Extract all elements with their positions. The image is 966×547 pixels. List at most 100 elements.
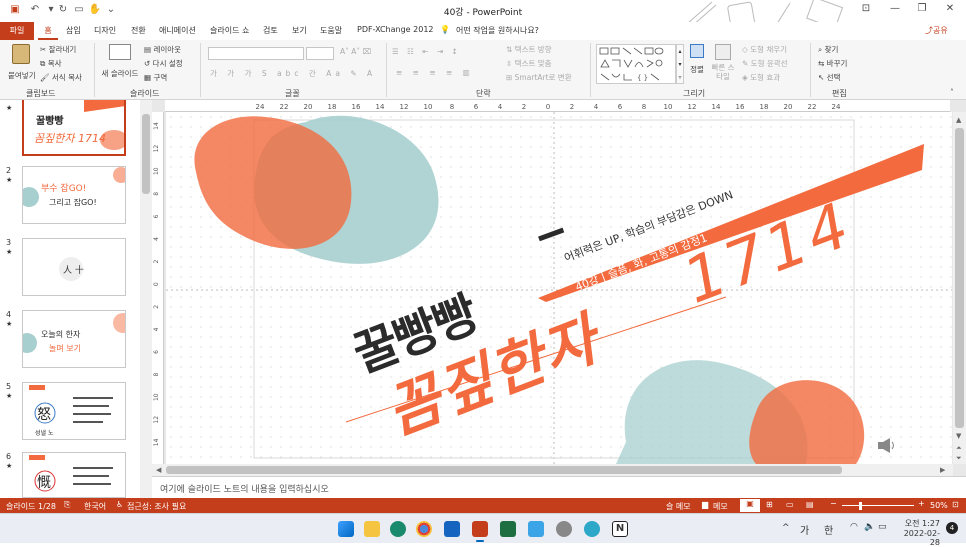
case-button[interactable]: Aa <box>326 69 344 78</box>
font-name-select[interactable] <box>208 47 304 60</box>
slideshow-button[interactable]: ▤ <box>806 500 814 509</box>
zoom-slider-thumb[interactable] <box>859 502 862 510</box>
notes-pane[interactable]: 여기에 슬라이드 노트의 내용을 입력하십시오 <box>152 476 966 498</box>
shadow-button[interactable]: S <box>262 69 271 78</box>
smartart-button[interactable]: ⊞ SmartArt로 변환 <box>506 72 572 83</box>
shape-gallery-scroll[interactable]: ▴ ▾ ▿ <box>676 44 684 84</box>
shape-fill-button[interactable]: ◇ 도형 채우기 <box>742 44 787 55</box>
ime-indicator[interactable]: 가 <box>800 522 809 537</box>
tell-me-input[interactable]: 어떤 작업을 원하시나요? <box>456 25 539 36</box>
find-button[interactable]: ⌕ 찾기 <box>818 44 838 55</box>
notepad-icon[interactable] <box>528 521 544 537</box>
scroll-down-icon[interactable]: ▼ <box>956 432 961 440</box>
accessibility-icon[interactable]: ♿ <box>116 500 123 509</box>
speaker-icon[interactable] <box>878 438 894 453</box>
zoom-level[interactable]: 50% <box>930 501 948 510</box>
tray-chevron-icon[interactable]: ^ <box>782 523 790 533</box>
copy-button[interactable]: ⧉ 복사 <box>40 58 62 69</box>
vertical-scrollbar[interactable]: ▲ ▼ ⏶ ⏷ <box>953 112 966 464</box>
tab-slideshow[interactable]: 슬라이드 쇼 <box>210 25 249 36</box>
reading-view-button[interactable]: ▭ <box>786 500 794 509</box>
tab-transitions[interactable]: 전환 <box>131 25 146 36</box>
start-icon[interactable] <box>338 521 354 537</box>
slide-thumbnail-3[interactable]: 人 十 <box>22 238 126 296</box>
volume-icon[interactable]: 🔈 <box>864 522 875 532</box>
highlight-icon[interactable]: ✎ <box>350 69 360 78</box>
section-button[interactable]: ▦ 구역 <box>144 72 167 83</box>
thumbnail-scroll-thumb[interactable] <box>142 114 150 194</box>
select-button[interactable]: ↖ 선택 <box>818 72 840 83</box>
tab-animations[interactable]: 애니메이션 <box>159 25 196 36</box>
scroll-up-icon[interactable]: ▲ <box>956 116 961 124</box>
tab-review[interactable]: 검토 <box>263 25 278 36</box>
slide-thumbnail-1[interactable]: 꿀빵빵 꼼짚한자 1714 <box>22 100 126 156</box>
tab-insert[interactable]: 삽입 <box>66 25 81 36</box>
tab-pdf-xchange[interactable]: PDF-XChange 2012 <box>357 25 434 34</box>
paste-button[interactable]: 붙여넣기 <box>8 44 36 84</box>
battery-icon[interactable]: ▭ <box>878 522 887 532</box>
shape-effects-button[interactable]: ◈ 도형 효과 <box>742 72 780 83</box>
next-slide-icon[interactable]: ⏷ <box>956 454 962 463</box>
notion-icon[interactable]: N <box>612 521 628 537</box>
prev-slide-icon[interactable]: ⏶ <box>956 444 962 453</box>
tab-design[interactable]: 디자인 <box>94 25 116 36</box>
excel-icon[interactable] <box>500 521 516 537</box>
clock-time[interactable]: 오전 1:27 <box>900 518 940 529</box>
underline-button[interactable]: 가 <box>245 69 256 78</box>
restore-button[interactable]: ❐ <box>912 3 932 19</box>
new-slide-button[interactable]: 새 슬라이드 <box>100 44 140 84</box>
spacing-button[interactable]: 간 <box>309 69 320 78</box>
ribbon-display-icon[interactable]: ⊡ <box>856 3 876 19</box>
align-buttons[interactable]: ≡ ≡ ≡ ≡ ▥ <box>396 68 474 77</box>
spellcheck-icon[interactable]: ⎘ <box>64 500 70 510</box>
italic-button[interactable]: 가 <box>227 69 238 78</box>
slide-thumbnail-2[interactable]: 부수 잡GO! 그리고 잡GO! <box>22 166 126 224</box>
share-button[interactable]: ⤴공유 <box>925 25 948 36</box>
arrange-button[interactable]: 정렬 <box>686 44 708 84</box>
accessibility-status[interactable]: 접근성: 조사 필요 <box>127 501 186 512</box>
slide-sorter-button[interactable]: ⊞ <box>766 500 773 509</box>
fit-slide-icon[interactable]: ⊡ <box>952 500 959 509</box>
powerpoint-icon[interactable] <box>472 521 488 537</box>
tab-view[interactable]: 보기 <box>292 25 307 36</box>
horizontal-scrollbar[interactable]: ◀ ▶ <box>152 464 953 476</box>
tab-home[interactable]: 홈 <box>38 22 58 40</box>
scroll-left-icon[interactable]: ◀ <box>156 466 161 474</box>
comments-toggle[interactable]: 메모 <box>713 501 728 512</box>
reset-button[interactable]: ↺ 다시 설정 <box>144 58 183 69</box>
replace-button[interactable]: ⇆ 바꾸기 <box>818 58 847 69</box>
minimize-button[interactable]: — <box>885 3 905 19</box>
close-button[interactable]: ✕ <box>940 3 960 19</box>
font-color-icon[interactable]: A <box>367 69 376 78</box>
horizontal-scroll-thumb[interactable] <box>166 466 842 474</box>
shape-gallery[interactable]: { } <box>596 44 676 84</box>
zoom-out-button[interactable]: − <box>830 499 837 508</box>
camera-app-icon[interactable] <box>556 521 572 537</box>
tab-help[interactable]: 도움말 <box>320 25 342 36</box>
file-explorer-icon[interactable] <box>364 521 380 537</box>
normal-view-button[interactable]: ▣ <box>740 499 760 512</box>
collapse-ribbon-icon[interactable]: ˄ <box>950 88 954 97</box>
ime-mode[interactable]: 한 <box>824 522 833 537</box>
align-text-button[interactable]: ⇳ 텍스트 맞춤 <box>506 58 552 69</box>
format-painter-button[interactable]: 🖌 서식 복사 <box>40 72 82 83</box>
wifi-icon[interactable]: ◠ <box>850 522 858 532</box>
clock-date[interactable]: 2022-02-28 <box>896 529 940 547</box>
font-grow-icon[interactable]: A˄ A˅ ⌧ <box>340 47 371 56</box>
language-indicator[interactable]: 한국어 <box>84 501 106 512</box>
globe-app-icon[interactable] <box>584 521 600 537</box>
thumbnail-scrollbar[interactable] <box>140 100 152 498</box>
quick-styles-button[interactable]: 빠른 스타일 <box>710 44 736 84</box>
font-size-select[interactable] <box>306 47 334 60</box>
notes-toggle[interactable]: 슬 메모 <box>666 501 691 512</box>
slide-thumbnail-6[interactable]: 慨 <box>22 452 126 498</box>
strike-button[interactable]: abc <box>277 69 302 78</box>
tab-file[interactable]: 파일 <box>0 22 34 40</box>
cut-button[interactable]: ✂ 잘라내기 <box>40 44 76 55</box>
bold-button[interactable]: 가 <box>210 69 221 78</box>
vertical-scroll-thumb[interactable] <box>955 128 964 428</box>
list-buttons[interactable]: ☰ ☷ ⇤ ⇥ ↕ <box>392 47 461 56</box>
slide-canvas[interactable]: 꿀빵빵 어휘력은 UP, 학습의 부담감은 DOWN 40강 | 슬픔, 화, … <box>166 112 952 464</box>
notification-badge[interactable]: 4 <box>946 522 958 534</box>
edge-icon[interactable] <box>390 521 406 537</box>
